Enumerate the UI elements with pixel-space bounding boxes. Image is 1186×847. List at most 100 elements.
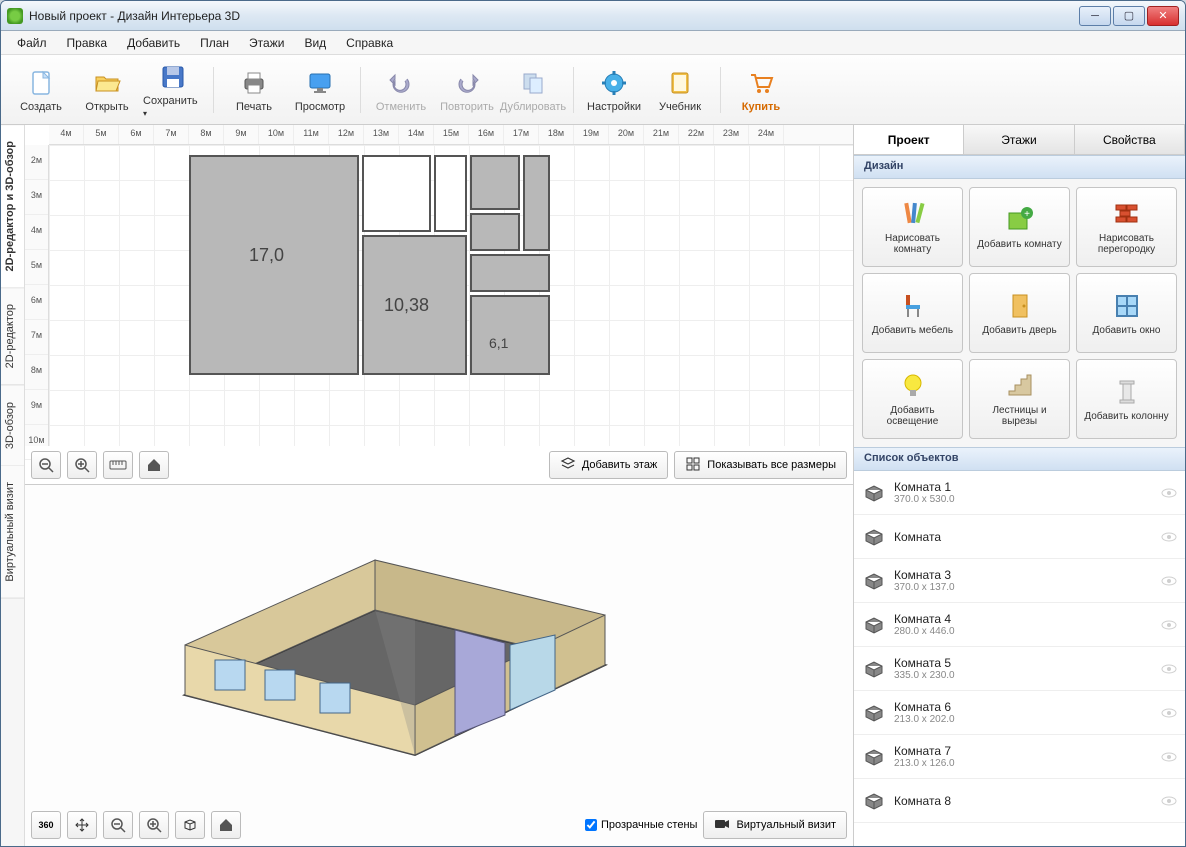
create-button[interactable]: Создать (11, 61, 71, 119)
book-icon (664, 67, 696, 99)
transparent-walls-checkbox[interactable]: Прозрачные стены (585, 819, 697, 831)
buy-button[interactable]: Купить (731, 61, 791, 119)
add-light-button[interactable]: Добавить освещение (862, 359, 963, 439)
room-9[interactable] (523, 155, 550, 251)
room-8[interactable] (470, 254, 550, 292)
addroom-icon: + (1005, 205, 1035, 235)
preview-button[interactable]: Просмотр (290, 61, 350, 119)
add-window-button[interactable]: Добавить окно (1076, 273, 1177, 353)
left-tabs: 2D-редактор и 3D-обзор2D-редактор3D-обзо… (1, 125, 25, 846)
stairs-button[interactable]: Лестницы и вырезы (969, 359, 1070, 439)
open-button[interactable]: Открыть (77, 61, 137, 119)
left-tab-0[interactable]: 2D-редактор и 3D-обзор (1, 125, 24, 288)
object-item-4[interactable]: Комната 5335.0 x 230.0 (854, 647, 1185, 691)
cube-icon (862, 527, 886, 547)
manual-button[interactable]: Учебник (650, 61, 710, 119)
object-item-3[interactable]: Комната 4280.0 x 446.0 (854, 603, 1185, 647)
eye-icon[interactable] (1161, 619, 1177, 631)
add-furniture-button[interactable]: Добавить мебель (862, 273, 963, 353)
room-4[interactable] (362, 155, 431, 232)
object-item-0[interactable]: Комната 1370.0 x 530.0 (854, 471, 1185, 515)
eye-icon[interactable] (1161, 795, 1177, 807)
object-list: Комната 1370.0 x 530.0КомнатаКомната 337… (854, 471, 1185, 846)
object-item-2[interactable]: Комната 3370.0 x 137.0 (854, 559, 1185, 603)
cube-icon (862, 483, 886, 503)
right-tab-этажи[interactable]: Этажи (964, 125, 1074, 154)
cube-icon (862, 791, 886, 811)
cube-icon[interactable] (175, 811, 205, 839)
pane-3d[interactable]: 360 Прозрачные стены Виртуальный визит (25, 485, 853, 846)
zoom-in-3d-button[interactable] (139, 811, 169, 839)
bricks-icon (1112, 199, 1142, 229)
doc-icon (25, 67, 57, 99)
maximize-button[interactable]: ▢ (1113, 6, 1145, 26)
add-column-button[interactable]: Добавить колонну (1076, 359, 1177, 439)
menu-план[interactable]: План (192, 33, 237, 53)
menubar: ФайлПравкаДобавитьПланЭтажиВидСправка (1, 31, 1185, 55)
toolbar-3d: 360 Прозрачные стены Виртуальный визит (31, 810, 847, 840)
grid-2d[interactable]: 17,0 10,38 6,1 (49, 145, 853, 446)
object-item-5[interactable]: Комната 6213.0 x 202.0 (854, 691, 1185, 735)
cube-icon (862, 659, 886, 679)
add-floor-button[interactable]: Добавить этаж (549, 451, 668, 479)
minimize-button[interactable]: ─ (1079, 6, 1111, 26)
left-tab-2[interactable]: 3D-обзор (1, 386, 24, 466)
room-7[interactable] (470, 213, 520, 251)
toolbar-2d: Добавить этаж Показывать все размеры (31, 450, 847, 480)
column-icon (1112, 377, 1142, 407)
object-item-7[interactable]: Комната 8 (854, 779, 1185, 823)
model-3d[interactable] (145, 515, 645, 795)
add-room-button[interactable]: +Добавить комнату (969, 187, 1070, 267)
ruler-horizontal: 4м5м6м7м8м9м10м11м12м13м14м15м16м17м18м1… (49, 125, 853, 145)
eye-icon[interactable] (1161, 707, 1177, 719)
home-3d-button[interactable] (211, 811, 241, 839)
room-1-label: 17,0 (249, 245, 284, 266)
virtual-visit-button[interactable]: Виртуальный визит (703, 811, 847, 839)
show-dimensions-button[interactable]: Показывать все размеры (674, 451, 847, 479)
floorplan[interactable]: 17,0 10,38 6,1 (189, 155, 609, 415)
bulb-icon (898, 371, 928, 401)
measure-button[interactable] (103, 451, 133, 479)
section-objects-header: Список объектов (854, 447, 1185, 471)
printer-icon (238, 67, 270, 99)
eye-icon[interactable] (1161, 487, 1177, 499)
right-tab-проект[interactable]: Проект (854, 125, 964, 154)
disk-icon (157, 61, 189, 93)
object-item-6[interactable]: Комната 7213.0 x 126.0 (854, 735, 1185, 779)
eye-icon[interactable] (1161, 575, 1177, 587)
right-tab-свойства[interactable]: Свойства (1075, 125, 1185, 154)
home-button[interactable] (139, 451, 169, 479)
print-button[interactable]: Печать (224, 61, 284, 119)
svg-text:+: + (1024, 209, 1030, 220)
eye-icon[interactable] (1161, 663, 1177, 675)
room-5[interactable] (434, 155, 467, 232)
menu-вид[interactable]: Вид (296, 33, 334, 53)
folder-icon (91, 67, 123, 99)
object-item-1[interactable]: Комната (854, 515, 1185, 559)
draw-wall-button[interactable]: Нарисовать перегородку (1076, 187, 1177, 267)
chair-icon (898, 291, 928, 321)
menu-справка[interactable]: Справка (338, 33, 401, 53)
menu-файл[interactable]: Файл (9, 33, 55, 53)
left-tab-3[interactable]: Виртуальный визит (1, 466, 24, 599)
settings-button[interactable]: Настройки (584, 61, 644, 119)
rotate-360-button[interactable]: 360 (31, 811, 61, 839)
eye-icon[interactable] (1161, 751, 1177, 763)
pan-button[interactable] (67, 811, 97, 839)
draw-room-button[interactable]: Нарисовать комнату (862, 187, 963, 267)
menu-этажи[interactable]: Этажи (241, 33, 292, 53)
room-3[interactable] (470, 295, 550, 375)
left-tab-1[interactable]: 2D-редактор (1, 288, 24, 385)
close-button[interactable]: ✕ (1147, 6, 1179, 26)
room-2-label: 10,38 (384, 295, 429, 316)
eye-icon[interactable] (1161, 531, 1177, 543)
save-button[interactable]: Сохранить ▾ (143, 61, 203, 119)
menu-правка[interactable]: Правка (59, 33, 116, 53)
zoom-in-button[interactable] (67, 451, 97, 479)
menu-добавить[interactable]: Добавить (119, 33, 188, 53)
zoom-out-3d-button[interactable] (103, 811, 133, 839)
room-6[interactable] (470, 155, 520, 210)
zoom-out-button[interactable] (31, 451, 61, 479)
add-door-button[interactable]: Добавить дверь (969, 273, 1070, 353)
window-title: Новый проект - Дизайн Интерьера 3D (29, 9, 1079, 23)
